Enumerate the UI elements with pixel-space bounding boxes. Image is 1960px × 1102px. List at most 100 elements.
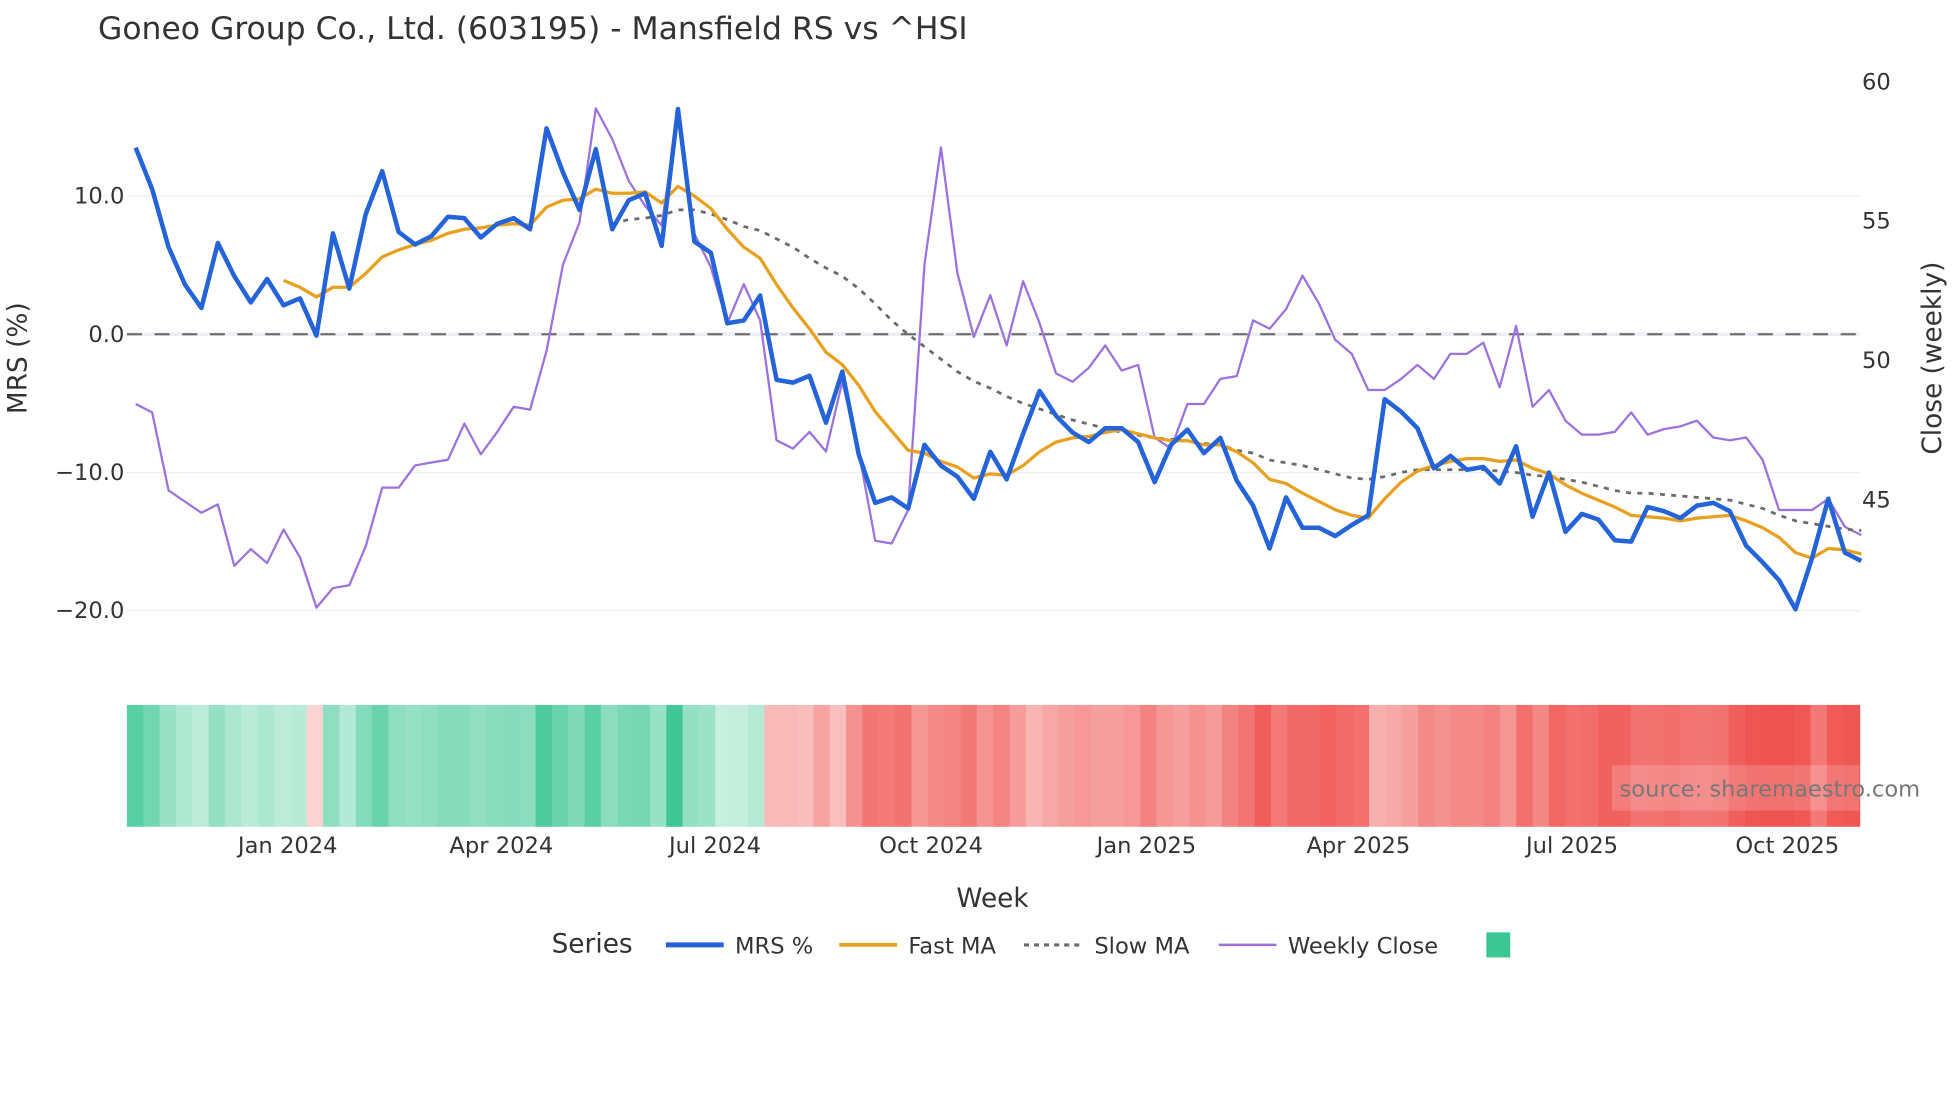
heatmap-cell (600, 704, 619, 827)
heatmap-cell (568, 704, 586, 827)
heatmap-cell (1287, 704, 1305, 827)
heatmap-cell (535, 704, 553, 827)
heatmap-cell (551, 704, 569, 827)
watermark: source: sharemaestro.com (1620, 777, 1921, 803)
series-lines (133, 106, 1863, 612)
heatmap-cell (813, 704, 831, 827)
heatmap-cell (1336, 704, 1354, 827)
heatmap-cell (911, 704, 929, 827)
legend-item-slow-ma[interactable]: Slow MA (1023, 934, 1190, 960)
x-tick-label: Apr 2025 (1306, 833, 1410, 859)
heatmap-cell (1156, 704, 1174, 827)
heatmap-cell (1271, 704, 1289, 827)
heatmap-cell (372, 704, 390, 827)
heatmap-cell (355, 704, 373, 827)
heatmap-cell (1385, 704, 1403, 827)
x-axis-ticks: Jan 2024 Apr 2024 Jul 2024 Oct 2024 Jan 2025… (236, 833, 1839, 859)
heatmap-cell (1450, 704, 1468, 827)
heatmap-cell (1091, 704, 1109, 827)
mrs-chart: Goneo Group Co., Ltd. (603195) - Mansfie… (3, 11, 1948, 960)
mrs-line (133, 106, 1863, 612)
heatmap-cell (1565, 704, 1583, 827)
heatmap-cell (1205, 704, 1223, 827)
heatmap-cell (715, 704, 733, 827)
legend-item-mrs[interactable]: MRS % (665, 934, 813, 960)
heatmap-cell (682, 704, 700, 827)
heatmap-cell (960, 704, 978, 827)
heatmap-cell (846, 704, 864, 827)
heatmap-cell (1483, 704, 1501, 827)
heatmap-cell (453, 704, 471, 827)
heatmap-cell (927, 704, 945, 827)
heatmap-cell (1140, 704, 1158, 827)
weekly-close-line (135, 107, 1862, 609)
y-axis-title: MRS (%) (3, 302, 33, 414)
heatmap-cell (829, 704, 847, 827)
heatmap-cell (486, 704, 504, 827)
heatmap-cell (1254, 704, 1272, 827)
heatmap-cell (1548, 704, 1567, 827)
y-axis-ticks: 10.0 0.0 −10.0 −20.0 (55, 184, 124, 625)
fast-ma-line (282, 184, 1862, 560)
y2-tick-label: 55 (1862, 209, 1891, 235)
heatmap-cell (388, 704, 406, 827)
heatmap-cell (126, 704, 144, 827)
legend-label-fast-ma: Fast MA (908, 934, 996, 960)
legend-item-weekly-close[interactable]: Weekly Close (1218, 934, 1438, 960)
x-tick-label: Oct 2025 (1735, 833, 1839, 859)
heatmap-cell (224, 704, 243, 827)
x-tick-label: Apr 2024 (449, 833, 553, 859)
heatmap-cell (1434, 704, 1452, 827)
heatmap-cell (1074, 704, 1093, 827)
heatmap-cell (797, 704, 815, 827)
heatmap-cell (404, 704, 422, 827)
heatmap-cell (502, 704, 520, 827)
legend: Series MRS % Fast MA Slow MA Weekly Clos… (552, 929, 1511, 960)
legend-title: Series (552, 929, 633, 959)
heatmap-cell (339, 704, 357, 827)
x-tick-label: Jan 2025 (1095, 833, 1197, 859)
heatmap-cell (617, 704, 635, 827)
y2-axis-title: Close (weekly) (1918, 262, 1948, 455)
heatmap-cell (1222, 704, 1240, 827)
y2-tick-label: 60 (1862, 69, 1891, 95)
heatmap-cell (1352, 704, 1370, 827)
heatmap-cell (895, 704, 913, 827)
y2-axis-ticks: 60 55 50 45 (1862, 69, 1891, 513)
heatmap-cell (1532, 704, 1550, 827)
heatmap-cell (764, 704, 782, 827)
legend-swatch-heatmap[interactable] (1486, 932, 1511, 958)
heatmap-cell (666, 704, 684, 827)
x-tick-label: Jul 2025 (1524, 833, 1618, 859)
y-tick-label: 0.0 (88, 322, 124, 348)
heatmap-cell (143, 704, 161, 827)
x-tick-label: Jan 2024 (236, 833, 338, 859)
heatmap-cell (241, 704, 259, 827)
heatmap-cell (1467, 704, 1485, 827)
heatmap-cell (257, 704, 275, 827)
y-tick-label: −10.0 (55, 460, 124, 486)
x-axis-title: Week (956, 884, 1029, 914)
heatmap-cell (274, 704, 292, 827)
heatmap-cell (1581, 704, 1599, 827)
heatmap-cell (175, 704, 194, 827)
heatmap-cell (1238, 704, 1256, 827)
legend-label-slow-ma: Slow MA (1094, 934, 1190, 960)
x-tick-label: Oct 2024 (879, 833, 983, 859)
heatmap-cell (944, 704, 962, 827)
y2-tick-label: 45 (1862, 488, 1891, 514)
heatmap-cell (470, 704, 488, 827)
y-tick-label: 10.0 (74, 184, 124, 210)
heatmap-cell (1401, 704, 1419, 827)
legend-label-mrs: MRS % (735, 934, 813, 960)
heatmap-cell (649, 704, 668, 827)
legend-item-fast-ma[interactable]: Fast MA (839, 934, 997, 960)
heatmap-cell (290, 704, 308, 827)
heatmap-cell (1025, 704, 1043, 827)
heatmap-cell (1369, 704, 1387, 827)
heatmap-cell (519, 704, 537, 827)
heatmap-cell (1172, 704, 1191, 827)
heatmap-cell (1516, 704, 1534, 827)
heatmap-cell (1303, 704, 1321, 827)
heatmap-cell (1058, 704, 1076, 827)
